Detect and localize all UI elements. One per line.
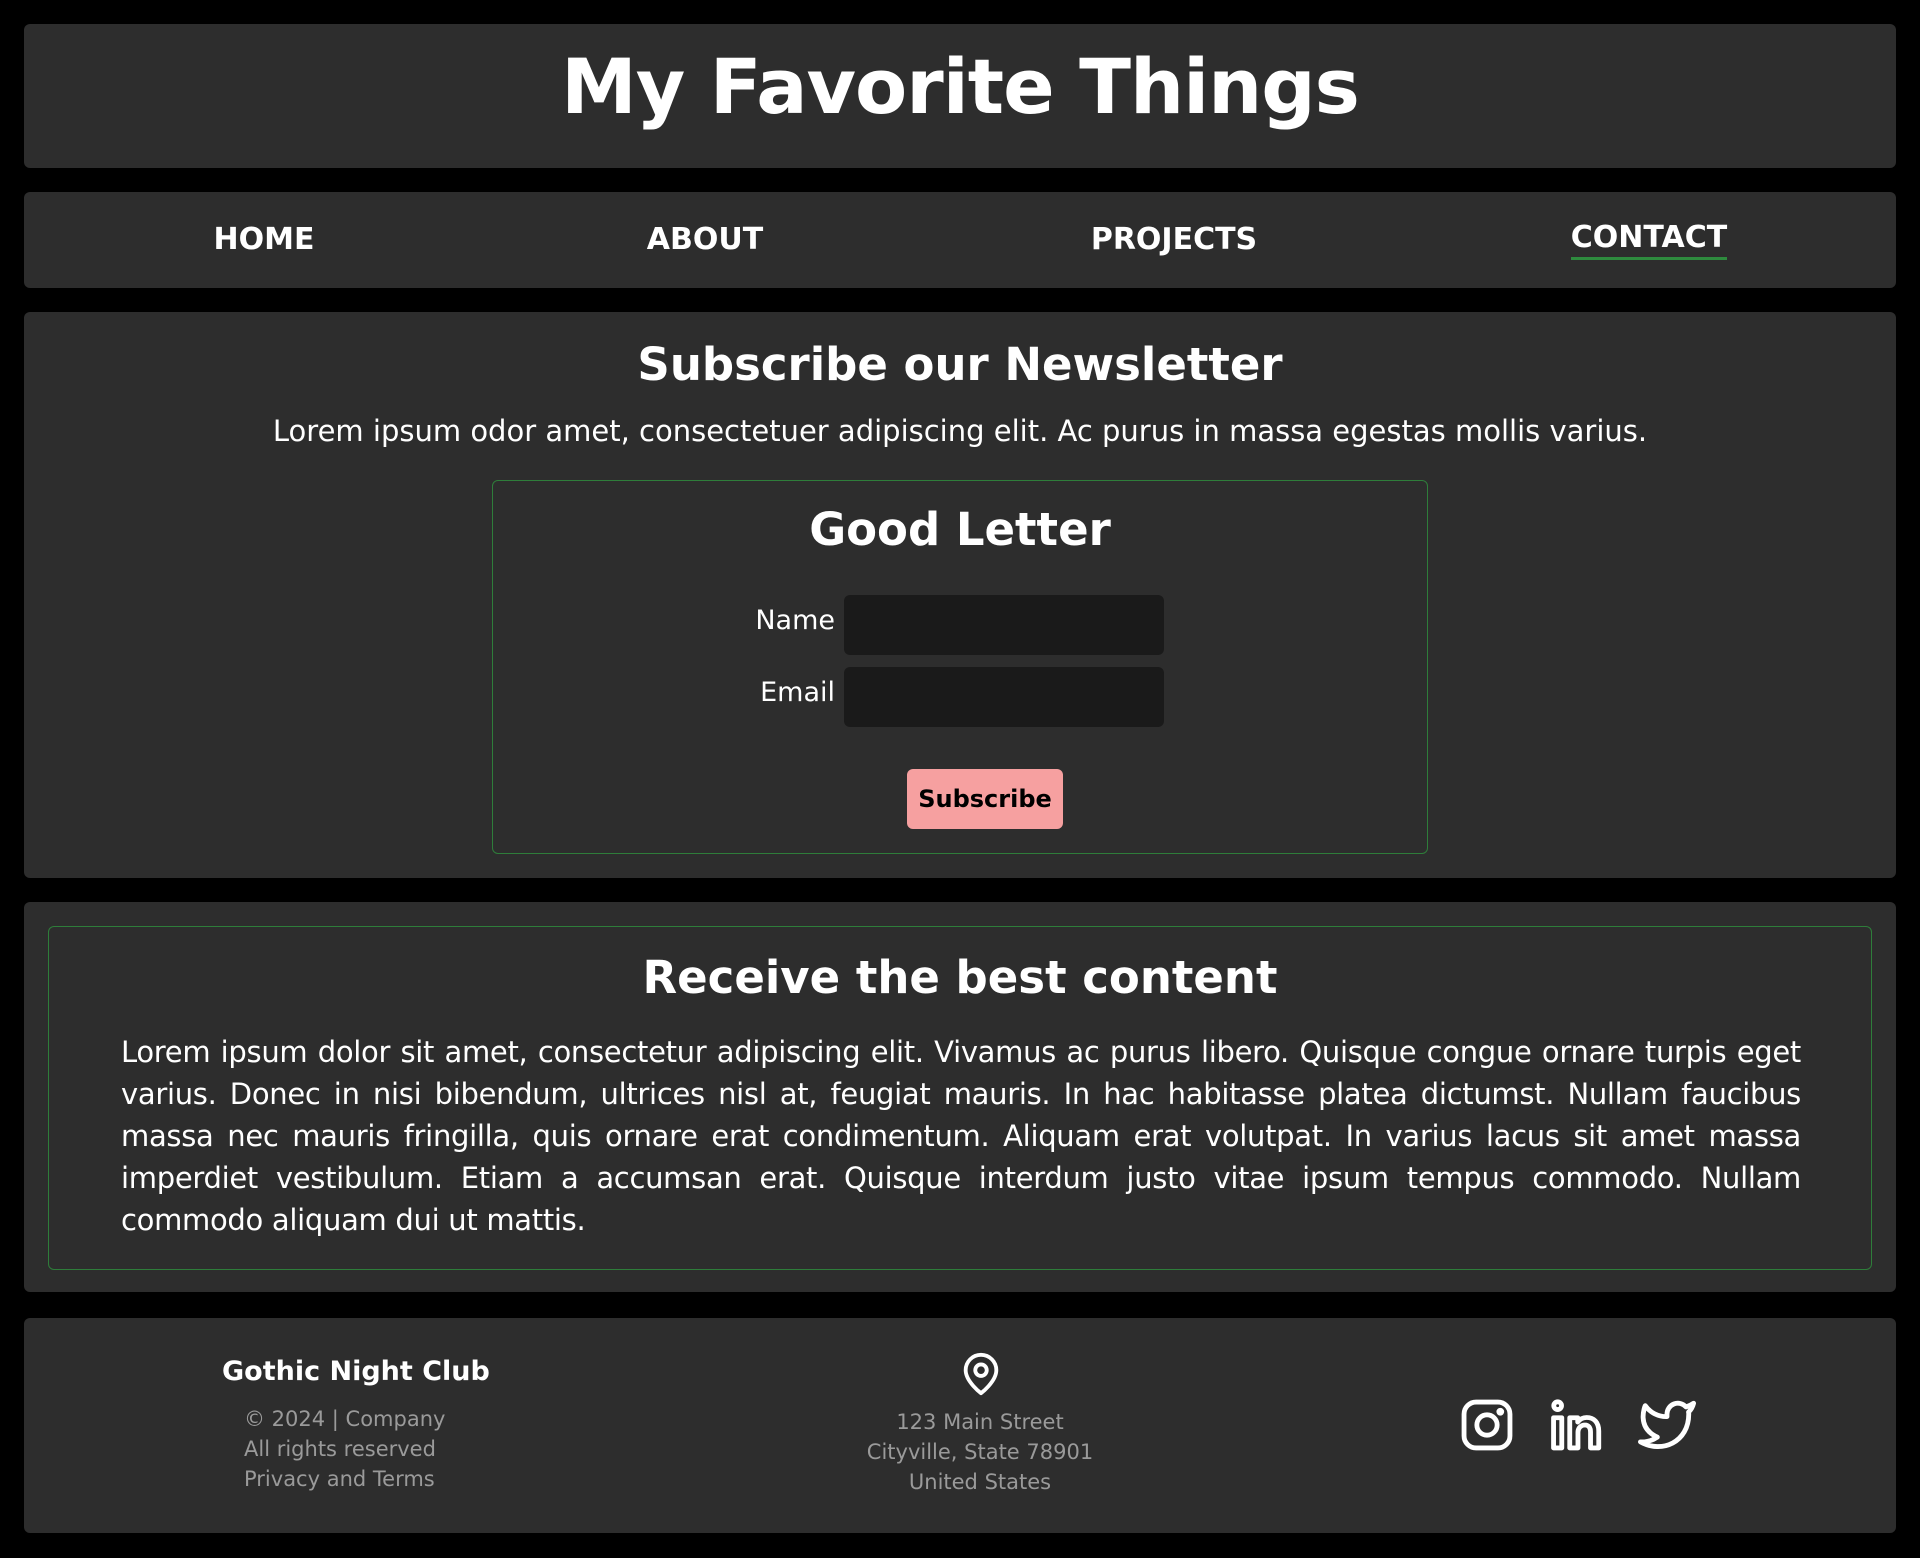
site-footer: Gothic Night Club © 2024 | Company All r… [24,1318,1896,1533]
nav-about-label: ABOUT [646,221,764,257]
nav-about[interactable]: ABOUT [555,192,855,288]
site-title: My Favorite Things [561,41,1360,131]
email-input[interactable] [844,667,1164,727]
newsletter-heading: Subscribe our Newsletter [637,338,1283,391]
newsletter-form: Good Letter Name Email Subscribe [492,480,1428,854]
email-label: Email [760,677,835,708]
linkedin-icon[interactable] [1548,1396,1606,1454]
nav-contact[interactable]: CONTACT [1499,192,1799,288]
nav-projects-label: PROJECTS [1090,221,1258,257]
map-pin-icon [958,1350,1004,1402]
footer-copyright: © 2024 | Company [244,1407,446,1431]
newsletter-lead: Lorem ipsum odor amet, consectetuer adip… [272,414,1648,448]
name-input[interactable] [844,595,1164,655]
footer-rights: All rights reserved [244,1437,436,1461]
nav-home[interactable]: HOME [114,192,414,288]
footer-privacy-link[interactable]: Privacy and Terms [244,1464,445,1494]
site-header: My Favorite Things [24,24,1896,168]
nav-contact-label: CONTACT [1570,220,1728,260]
social-links [1458,1396,1696,1454]
subscribe-button[interactable]: Subscribe [907,769,1063,829]
content-section: Receive the best content Lorem ipsum dol… [24,902,1896,1292]
address-city: Cityville, State 78901 [866,1440,1094,1464]
nav-home-label: HOME [213,221,315,257]
footer-address: 123 Main Street Cityville, State 78901 U… [830,1407,1130,1497]
nav-projects[interactable]: PROJECTS [1024,192,1324,288]
newsletter-section: Subscribe our Newsletter Lorem ipsum odo… [24,312,1896,878]
address-country: United States [908,1470,1052,1494]
footer-legal: © 2024 | Company All rights reserved Pri… [244,1404,445,1494]
form-title: Good Letter [809,503,1111,556]
address-street: 123 Main Street [896,1410,1064,1434]
content-body: Lorem ipsum dolor sit amet, consectetur … [121,1035,1801,1237]
main-nav: HOME ABOUT PROJECTS CONTACT [24,192,1896,288]
content-heading: Receive the best content [642,951,1278,1004]
instagram-icon[interactable] [1458,1396,1516,1454]
content-box: Receive the best content Lorem ipsum dol… [48,926,1872,1270]
footer-brand: Gothic Night Club [222,1356,490,1387]
name-label: Name [755,605,835,636]
twitter-icon[interactable] [1638,1396,1696,1454]
